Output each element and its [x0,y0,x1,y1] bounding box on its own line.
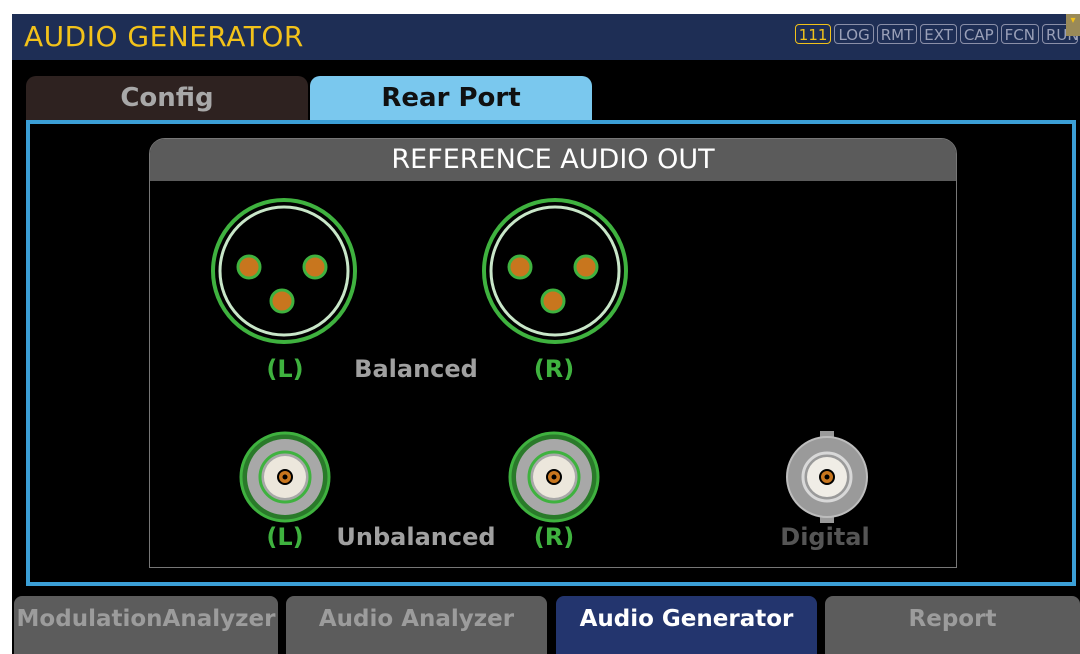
bnc-right-connector-icon[interactable] [506,429,602,525]
status-indicators: 111 LOG RMT EXT CAP FCN RUN [794,24,1078,44]
bnc-left-connector-icon[interactable] [237,429,333,525]
bnc-digital-connector-icon[interactable] [779,429,875,525]
balanced-right-label: (R) [533,355,575,383]
bottom-tab-audio-generator[interactable]: Audio Generator [556,596,817,654]
menu-corner-icon[interactable]: ▾ [1066,14,1080,36]
unbalanced-left-label: (L) [266,523,304,551]
xlr-left-connector-icon[interactable] [208,195,360,347]
digital-label: Digital [780,523,870,551]
xlr-right-connector-icon[interactable] [479,195,631,347]
indicator-channel: 111 [794,24,832,44]
bottom-tab-audio-analyzer[interactable]: Audio Analyzer [286,596,547,654]
unbalanced-label: Unbalanced [336,523,496,551]
app-title: AUDIO GENERATOR [24,20,304,53]
panel-title: REFERENCE AUDIO OUT [150,139,956,181]
indicator-rmt: RMT [876,24,918,44]
indicator-ext: EXT [920,24,957,44]
indicator-cap: CAP [959,24,998,44]
bottom-tab-modulation-analyzer[interactable]: ModulationAnalyzer [14,596,278,654]
indicator-fcn: FCN [1000,24,1039,44]
unbalanced-right-label: (R) [533,523,575,551]
instrument-screen: AUDIO GENERATOR 111 LOG RMT EXT CAP FCN … [12,14,1080,654]
tab-rear-port[interactable]: Rear Port [310,76,592,120]
title-bar: AUDIO GENERATOR 111 LOG RMT EXT CAP FCN … [12,14,1080,60]
balanced-label: Balanced [354,355,478,383]
tab-config[interactable]: Config [26,76,308,120]
indicator-log: LOG [834,24,874,44]
bottom-tab-report[interactable]: Report [825,596,1080,654]
reference-audio-out-box: REFERENCE AUDIO OUT (L) Balanced (R) (L)… [149,138,957,568]
balanced-left-label: (L) [266,355,304,383]
